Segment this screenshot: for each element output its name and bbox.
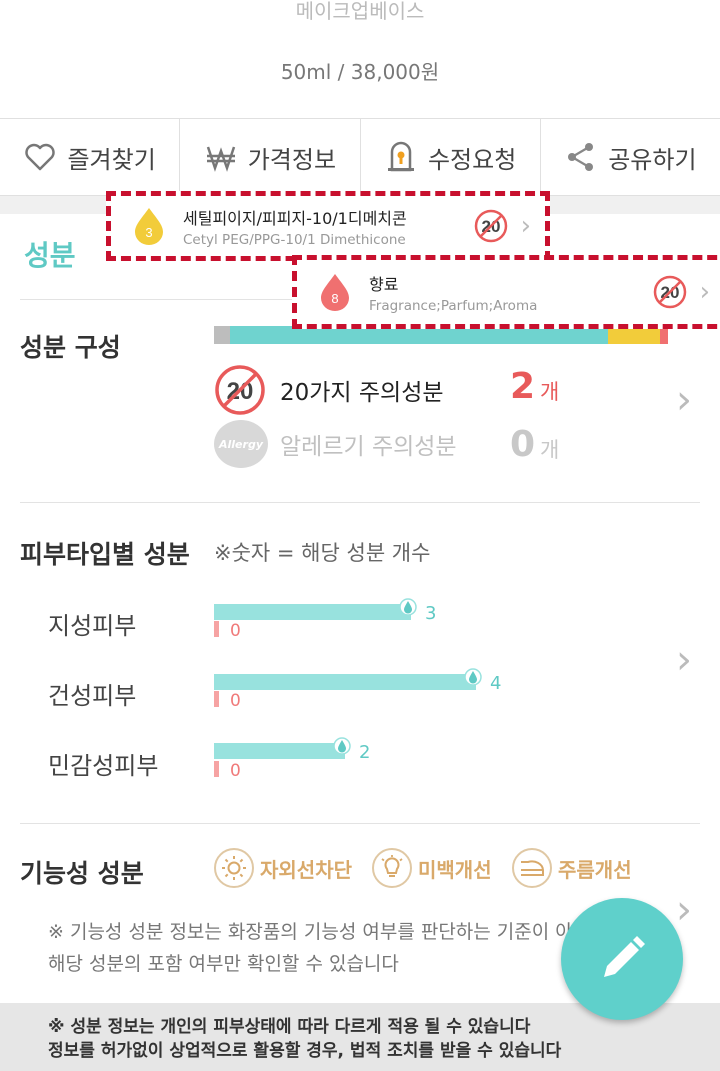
skin-label-dry: 건성피부 [48,682,137,710]
iron-icon [512,848,552,888]
favorite-button[interactable]: 즐겨찾기 [0,119,181,195]
price-info-label: 가격정보 [247,145,337,174]
caution20-icon: 20 [215,365,265,415]
grade-value: 8 [331,291,338,306]
badge-whitening-label: 미백개선 [418,857,492,882]
skin-bad-dry: 0 [230,691,241,711]
badge-uv-label: 자외선차단 [260,857,352,882]
skin-bar-dry [214,674,476,690]
edit-request-label: 수정요청 [427,145,517,174]
pencil-icon [604,936,645,977]
allergy-icon: Allergy [214,420,268,468]
action-bar: 즐겨찾기 가격정보 수정요청 공유하기 [0,118,720,196]
caution20-badge-icon: 20 [474,209,507,243]
skin-bar-oily-bad [214,621,219,637]
skin-bad-sensitive: 0 [230,761,241,781]
allergy-label: 알레르기 주의성분 [280,434,457,460]
product-name: 메이크업베이스 [295,0,425,23]
composition-segment-gray [214,326,230,344]
skin-value-sensitive: 2 [359,742,371,763]
badge-anti-wrinkle: 주름개선 [512,848,632,888]
share-icon [568,143,594,171]
skin-value-oily: 3 [425,603,437,624]
allergy-unit: 개 [540,438,560,462]
badge-uv-protection: 자외선차단 [214,848,352,888]
caution20-unit: 개 [540,380,560,404]
divider [20,502,700,503]
functional-chevron-icon[interactable]: › [676,890,692,930]
edit-request-button[interactable]: 수정요청 [361,119,541,195]
grade-value: 3 [145,225,152,240]
price-info-button[interactable]: 가격정보 [180,119,361,195]
skin-bar-sensitive-bad [214,761,219,777]
badge-anti-wrinkle-label: 주름개선 [558,857,632,882]
ingredient-popup-cetyl[interactable]: 3 세틸피이지/피피지-10/1디메치콘 Cetyl PEG/PPG-10/1 … [106,191,550,261]
skin-bad-oily: 0 [230,621,241,641]
composition-chevron-icon[interactable]: › [676,380,692,420]
skin-value-dry: 4 [490,673,502,694]
share-button[interactable]: 공유하기 [541,119,720,195]
footer-line2: 정보를 허가없이 상업적으로 활용할 경우, 법적 조치를 받을 수 있습니다 [48,1041,562,1061]
ingredient-popup-fragrance[interactable]: 8 향료 Fragrance;Parfum;Aroma 20 › [292,255,720,329]
divider [20,823,700,824]
write-review-button[interactable] [561,898,683,1020]
grade-drop-icon: 3 [133,207,165,245]
skin-label-sensitive: 민감성피부 [48,752,159,780]
favorite-label: 즐겨찾기 [67,145,156,174]
grade-drop-icon: 8 [319,273,351,311]
bulb-icon [372,848,412,888]
functional-title: 기능성 성분 [20,859,144,888]
share-label: 공유하기 [608,145,697,174]
skin-label-oily: 지성피부 [48,612,137,640]
caution20-badge-icon: 20 [653,275,686,309]
won-icon [206,146,235,172]
functional-description: ※ 기능성 성분 정보는 화장품의 기능성 여부를 판단하는 기준이 아 해당 … [48,916,608,980]
ingredient-name: 향료 [369,274,399,294]
composition-title: 성분 구성 [20,333,121,362]
chevron-right-icon: › [699,277,710,307]
skin-bar-sensitive [214,743,345,759]
ingredient-english-name: Fragrance;Parfum;Aroma [369,297,538,314]
skin-bar-dry-bad [214,691,219,707]
skin-type-note: ※숫자 = 해당 성분 개수 [214,541,431,565]
drop-icon [464,668,482,686]
allergy-row[interactable]: Allergy 알레르기 주의성분 [214,420,457,468]
product-price: 50ml / 38,000원 [280,60,440,84]
drop-icon [333,737,351,755]
caution20-row[interactable]: 20 20가지 주의성분 [214,364,444,416]
caution20-count: 2 [510,366,536,407]
functional-desc-line1: ※ 기능성 성분 정보는 화장품의 기능성 여부를 판단하는 기준이 아 [48,921,573,943]
heart-icon [25,143,56,171]
skin-type-chevron-icon[interactable]: › [676,640,692,680]
ingredient-english-name: Cetyl PEG/PPG-10/1 Dimethicone [183,231,406,248]
skin-type-title: 피부타입별 성분 [20,540,190,569]
allergy-badge-text: Allergy [219,437,263,451]
ingredient-name: 세틸피이지/피피지-10/1디메치콘 [183,208,407,228]
caution20-label: 20가지 주의성분 [280,380,444,406]
drop-icon [399,598,417,616]
badge-whitening: 미백개선 [372,848,492,888]
sun-icon [214,848,254,888]
allergy-count: 0 [510,424,536,465]
section-title-ingredients: 성분 [24,239,76,272]
skin-bar-oily [214,604,411,620]
lock-edit-icon [387,141,414,172]
chevron-right-icon: › [520,211,531,241]
functional-desc-line2: 해당 성분의 포함 여부만 확인할 수 있습니다 [48,953,399,975]
